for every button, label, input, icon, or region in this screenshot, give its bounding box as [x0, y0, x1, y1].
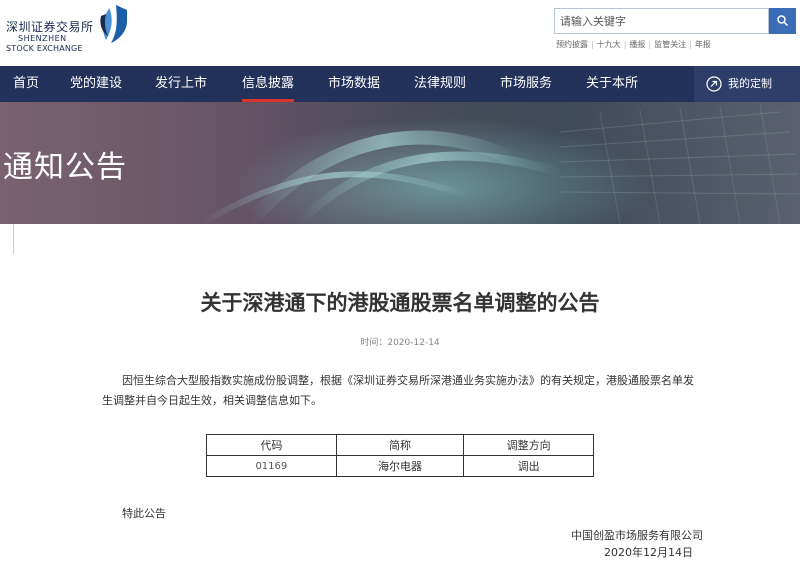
separator: |	[689, 40, 692, 49]
nav-item-disclosure[interactable]: 信息披露	[242, 66, 295, 102]
site-header: 深圳证券交易所 SHENZHEN STOCK EXCHANGE 预约披露|十九大…	[0, 0, 800, 66]
table-header-row: 代码 简称 调整方向	[206, 434, 594, 456]
szse-logo-mark-icon	[100, 5, 127, 43]
adjustment-table: 代码 简称 调整方向 01169 海尔电器 调出	[206, 434, 594, 477]
quick-link-broadcast[interactable]: 播报	[629, 40, 645, 49]
quick-link-annual-report[interactable]: 年报	[695, 40, 711, 49]
main-nav: 首页 党的建设 发行上市 信息披露 市场数据 法律规则 市场服务 关于本所	[0, 66, 800, 102]
search-box	[554, 8, 769, 34]
separator: |	[648, 40, 652, 49]
search-input[interactable]	[555, 9, 768, 33]
article-signer: 中国创盈市场服务有限公司	[571, 529, 703, 542]
page-banner: 通知公告	[0, 102, 800, 224]
quick-links: 预约披露 | 十九大 | 播报 | 监管关注 | 年报	[556, 39, 711, 50]
divider	[13, 224, 14, 254]
search-icon	[777, 15, 788, 26]
quick-link-19th[interactable]: 十九大	[597, 40, 621, 49]
nav-item-party[interactable]: 党的建设	[70, 66, 122, 102]
table-cell-code: 01169	[206, 455, 337, 477]
custom-circle-icon	[706, 76, 722, 92]
quick-link-disclosure[interactable]: 预约披露	[556, 40, 588, 49]
table-cell-name: 海尔电器	[335, 455, 465, 477]
article-date: 2020年12月14日	[604, 546, 693, 559]
table-header-code: 代码	[206, 434, 337, 456]
table-cell-direction: 调出	[463, 455, 594, 477]
logo-english-line1: SHENZHEN	[18, 34, 67, 43]
banner-title: 通知公告	[3, 150, 127, 185]
separator: |	[623, 40, 627, 49]
nav-item-rules[interactable]: 法律规则	[414, 66, 466, 102]
table-header-name: 简称	[335, 434, 465, 456]
nav-item-home[interactable]: 首页	[13, 66, 39, 102]
logo-english-line2: STOCK EXCHANGE	[6, 44, 83, 53]
my-custom-button[interactable]: 我的定制	[694, 66, 800, 102]
nav-item-market-data[interactable]: 市场数据	[328, 66, 380, 102]
nav-item-services[interactable]: 市场服务	[500, 66, 552, 102]
table-row: 01169 海尔电器 调出	[206, 455, 594, 477]
article-closing: 特此公告	[122, 507, 166, 520]
quick-link-regulatory[interactable]: 监管关注	[654, 40, 686, 49]
site-logo[interactable]: 深圳证券交易所 SHENZHEN STOCK EXCHANGE	[6, 4, 136, 60]
article-time: 时间：2020-12-14	[360, 338, 440, 348]
nav-item-listing[interactable]: 发行上市	[155, 66, 207, 102]
search-button[interactable]	[769, 8, 796, 34]
separator: |	[591, 40, 594, 49]
article-paragraph: 因恒生综合大型股指数实施成份股调整，根据《深圳证券交易所深港通业务实施办法》的有…	[102, 374, 694, 407]
my-custom-label: 我的定制	[728, 77, 772, 90]
logo-chinese-name: 深圳证券交易所	[6, 20, 94, 34]
article-title: 关于深港通下的港股通股票名单调整的公告	[200, 291, 600, 315]
table-header-direction: 调整方向	[463, 434, 594, 456]
nav-item-about[interactable]: 关于本所	[586, 66, 638, 102]
